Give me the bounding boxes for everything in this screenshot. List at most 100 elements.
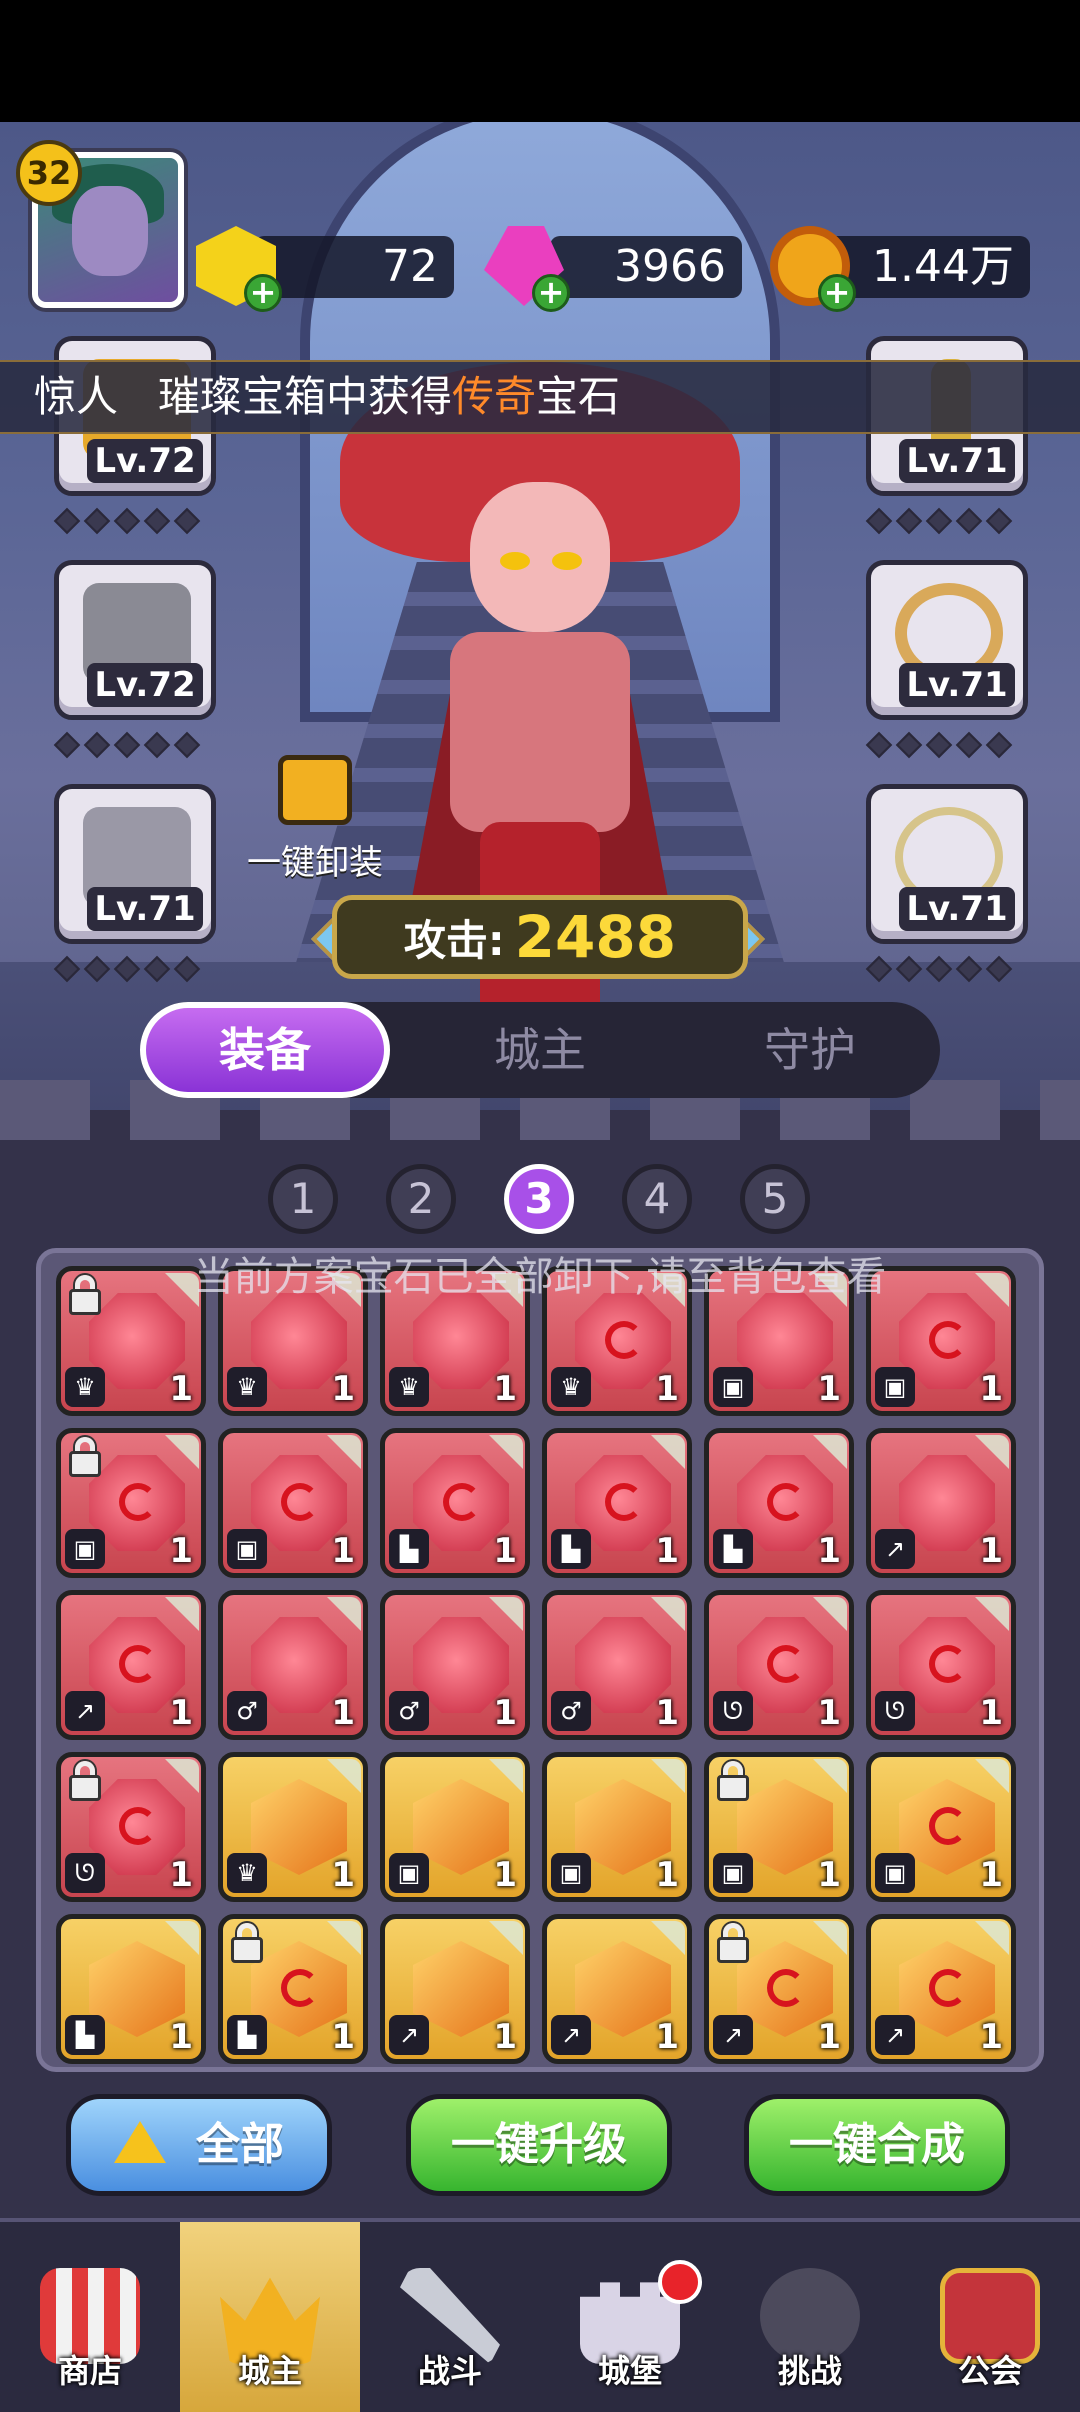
- nav-label: 公会: [957, 2352, 1022, 2390]
- gem-slot-type-icon: ↗: [551, 2015, 591, 2055]
- add-coin-icon[interactable]: +: [818, 274, 856, 312]
- gold-gem-cell[interactable]: ▣ 1: [380, 1752, 530, 1902]
- gem-count: 1: [817, 1369, 841, 1409]
- chest-icon: [278, 755, 352, 825]
- gem-slot-type-icon: ▣: [551, 1853, 591, 1893]
- gem-slot-type-icon: ▣: [227, 1529, 267, 1569]
- star-slots: [53, 507, 201, 535]
- gem-slot-type-icon: ♛: [65, 1367, 105, 1407]
- swirl-mark-icon: [767, 1969, 805, 2007]
- attack-value: 2488: [514, 903, 677, 971]
- equip-slot-necklace[interactable]: Lv.71: [866, 784, 1028, 944]
- corner-tag: [327, 1759, 361, 1793]
- star-slots: [53, 955, 201, 983]
- red-gem-cell[interactable]: ♂ 1: [542, 1590, 692, 1740]
- tab-guard[interactable]: 守护: [685, 1002, 935, 1098]
- gold-gem-cell[interactable]: ▣ 1: [866, 1752, 1016, 1902]
- gem-count: 1: [169, 1693, 193, 1733]
- red-gem-cell[interactable]: ↗ 1: [56, 1590, 206, 1740]
- pink-diamond-icon[interactable]: +: [484, 226, 570, 312]
- nav-battle[interactable]: 战斗: [360, 2222, 540, 2412]
- corner-tag: [165, 1921, 199, 1955]
- red-gem-cell[interactable]: ᘎ1: [704, 1590, 854, 1740]
- tab-lord[interactable]: 城主: [415, 1002, 665, 1098]
- red-gem-cell[interactable]: ᘎ1: [56, 1752, 206, 1902]
- swirl-mark-icon: [605, 1321, 643, 1359]
- gold-gem-cell[interactable]: ↗ 1: [542, 1914, 692, 2064]
- coin-icon[interactable]: +: [770, 226, 856, 312]
- lock-icon: [227, 1921, 267, 1965]
- equip-slot-ring[interactable]: Lv.71: [866, 560, 1028, 720]
- equip-level: Lv.72: [87, 439, 203, 483]
- plan-button-1[interactable]: 1: [268, 1164, 338, 1234]
- announcement-text: 璀璨宝箱中获得: [158, 372, 453, 421]
- gem-slot-type-icon: ▙: [65, 2015, 105, 2055]
- plan-button-3[interactable]: 3: [504, 1164, 574, 1234]
- gem-slot-type-icon: ♛: [227, 1853, 267, 1893]
- red-gem-cell[interactable]: ▙ 1: [704, 1428, 854, 1578]
- gem-count: 1: [493, 1369, 517, 1409]
- filter-all-button[interactable]: 全部: [66, 2094, 332, 2196]
- filter-all-label: 全部: [196, 2119, 284, 2170]
- red-gem-cell[interactable]: ▙ 1: [380, 1428, 530, 1578]
- equip-level: Lv.72: [87, 663, 203, 707]
- swirl-mark-icon: [929, 1645, 967, 1683]
- announcement-banner: 惊人 璀璨宝箱中获得传奇宝石: [0, 360, 1080, 434]
- nav-lord[interactable]: 城主: [180, 2222, 360, 2412]
- corner-tag: [813, 1435, 847, 1469]
- gem-count: 1: [169, 1369, 193, 1409]
- gem-count: 1: [493, 1693, 517, 1733]
- equip-level: Lv.71: [899, 887, 1015, 931]
- gem-count: 1: [169, 1855, 193, 1895]
- gem-slot-type-icon: ♂: [551, 1691, 591, 1731]
- merge-all-button[interactable]: 一键合成: [744, 2094, 1010, 2196]
- red-gem-cell[interactable]: ▣ 1: [56, 1428, 206, 1578]
- red-gem-cell[interactable]: ↗ 1: [866, 1428, 1016, 1578]
- nav-castle[interactable]: 城堡: [540, 2222, 720, 2412]
- red-gem-cell[interactable]: ▙ 1: [542, 1428, 692, 1578]
- corner-tag: [975, 1759, 1009, 1793]
- corner-tag: [327, 1921, 361, 1955]
- unequip-all-button[interactable]: 一键卸装: [240, 755, 390, 885]
- gold-gem-cell[interactable]: ♛ 1: [218, 1752, 368, 1902]
- plan-button-4[interactable]: 4: [622, 1164, 692, 1234]
- corner-tag: [651, 1921, 685, 1955]
- corner-tag: [165, 1435, 199, 1469]
- nav-shop[interactable]: 商店: [0, 2222, 180, 2412]
- corner-tag: [165, 1597, 199, 1631]
- plan-button-5[interactable]: 5: [740, 1164, 810, 1234]
- add-gold-gem-icon[interactable]: +: [244, 274, 282, 312]
- corner-tag: [813, 1921, 847, 1955]
- red-gem-cell[interactable]: ᘎ1: [866, 1590, 1016, 1740]
- gem-count: 1: [655, 1531, 679, 1571]
- gold-gem-cell[interactable]: ↗ 1: [380, 1914, 530, 2064]
- notification-dot: [658, 2260, 702, 2304]
- swirl-mark-icon: [767, 1645, 805, 1683]
- gem-count: 1: [817, 2017, 841, 2057]
- gold-gem-cell[interactable]: ▙ 1: [56, 1914, 206, 2064]
- gem-slot-type-icon: ♛: [389, 1367, 429, 1407]
- red-gem-cell[interactable]: ▣ 1: [218, 1428, 368, 1578]
- gem-count: 1: [979, 1531, 1003, 1571]
- gold-gem-cell[interactable]: ▣ 1: [542, 1752, 692, 1902]
- gold-gem-cell[interactable]: ↗ 1: [866, 1914, 1016, 2064]
- gold-gem-icon[interactable]: +: [196, 226, 282, 312]
- plan-button-2[interactable]: 2: [386, 1164, 456, 1234]
- red-gem-cell[interactable]: ♂ 1: [218, 1590, 368, 1740]
- red-gem-cell[interactable]: ♂ 1: [380, 1590, 530, 1740]
- add-diamond-icon[interactable]: +: [532, 274, 570, 312]
- nav-challenge[interactable]: 挑战: [720, 2222, 900, 2412]
- nav-guild[interactable]: 公会: [900, 2222, 1080, 2412]
- gold-gem-cell[interactable]: ▣ 1: [704, 1752, 854, 1902]
- tab-equipment[interactable]: 装备: [140, 1002, 390, 1098]
- corner-tag: [651, 1435, 685, 1469]
- gold-gem-cell[interactable]: ▙ 1: [218, 1914, 368, 2064]
- equip-slot-armor[interactable]: Lv.72: [54, 560, 216, 720]
- triangle-up-icon: [114, 2121, 166, 2163]
- corner-tag: [975, 1597, 1009, 1631]
- equip-slot-boots[interactable]: Lv.71: [54, 784, 216, 944]
- upgrade-all-button[interactable]: 一键升级: [406, 2094, 672, 2196]
- gold-gem-cell[interactable]: ↗ 1: [704, 1914, 854, 2064]
- star-slots: [865, 955, 1013, 983]
- bottom-nav: 商店 城主 战斗 城堡 挑战 公会: [0, 2218, 1080, 2412]
